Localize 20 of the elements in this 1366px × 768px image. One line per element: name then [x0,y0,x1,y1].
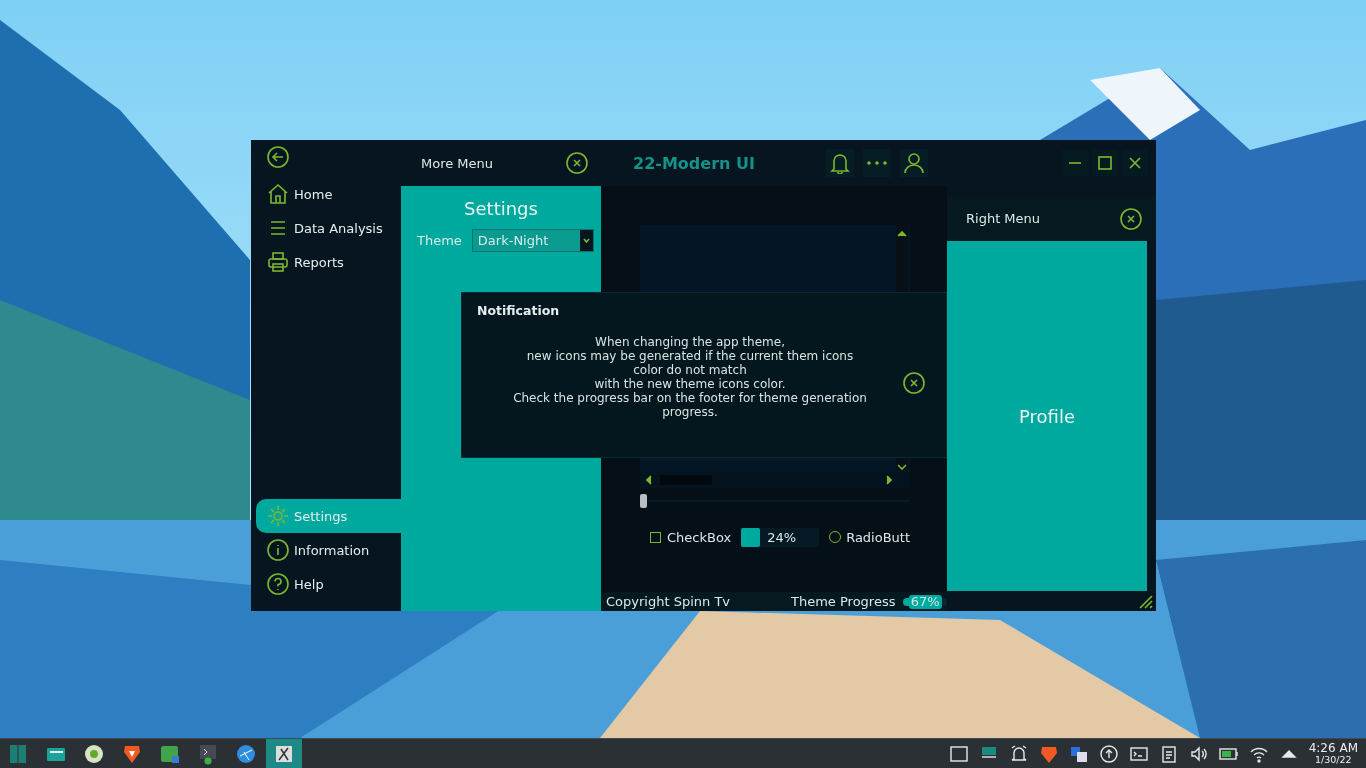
checkbox-label: CheckBox [667,529,732,545]
panel-title: More Menu [421,155,494,171]
menu-item[interactable]: Information [256,533,401,567]
panel-title: Right Menu [966,211,1041,226]
panel-heading: Settings [464,198,538,219]
menu-item[interactable]: Data Analysis [256,211,401,245]
menu-item[interactable]: Home [256,177,401,211]
progress-reading: 24% [767,529,797,545]
menu-item[interactable]: Reports [256,245,401,279]
window-title: 22-Modern UI [633,153,756,173]
progress-reading: 67% [908,594,942,609]
progress-label: Theme Progress [791,594,896,609]
profile-label: Profile [1019,405,1075,427]
field-label: Theme [417,233,462,248]
copyright-text: Copyright Spinn Tv [606,594,730,609]
radio-label: RadioButt [846,529,911,545]
notification-title: Notification [477,303,561,318]
notification-message: When changing the app theme, new icons may be generated if the current them icons color do not match with the new theme icons color. Check the progress bar on the footer for theme generation progress. [512,334,868,419]
clock[interactable]: 4:26 AM 1/30/22 [1308,742,1358,765]
menu-item[interactable]: Help [256,567,401,601]
